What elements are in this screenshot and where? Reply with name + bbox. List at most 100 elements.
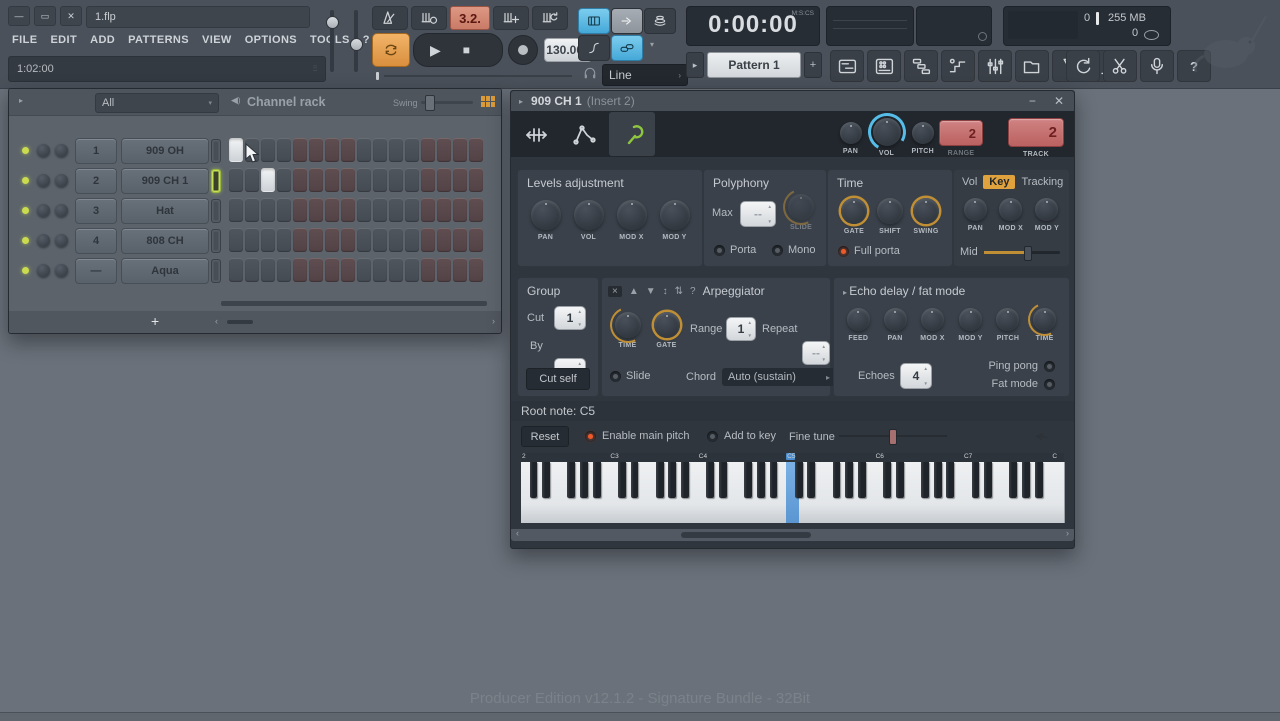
rack-scroll-handle[interactable] [227, 320, 253, 324]
channel-button[interactable]: 808 CH [121, 228, 209, 254]
step-9[interactable] [357, 198, 371, 222]
step-8[interactable] [341, 258, 355, 282]
step-5[interactable] [293, 168, 307, 192]
step-12[interactable] [405, 228, 419, 252]
scroll-right-icon[interactable]: › [492, 316, 495, 326]
channel-pan-knob[interactable] [37, 264, 50, 277]
pan-knob[interactable] [884, 308, 907, 331]
chord-dropdown[interactable]: Auto (sustain) ▸ [722, 368, 836, 386]
pan-knob[interactable] [964, 198, 987, 221]
arp-up-icon[interactable]: ▲ [629, 286, 639, 297]
stop-button[interactable]: ■ [463, 43, 470, 57]
step-15[interactable] [453, 258, 467, 282]
step-15[interactable] [453, 138, 467, 162]
window-menu-icon[interactable]: ▸ [519, 97, 523, 106]
step-12[interactable] [405, 198, 419, 222]
piano-key-black[interactable] [706, 462, 714, 498]
channel-button[interactable]: 909 CH 1 [121, 168, 209, 194]
step-10[interactable] [373, 168, 387, 192]
channel-led[interactable] [22, 237, 29, 244]
step-14[interactable] [437, 258, 451, 282]
piano-key-black[interactable] [883, 462, 891, 498]
porta-radio[interactable] [714, 245, 725, 256]
step-16[interactable] [469, 168, 483, 192]
piano-key-black[interactable] [984, 462, 992, 498]
piano-key-black[interactable] [946, 462, 954, 498]
step-11[interactable] [389, 198, 403, 222]
step-10[interactable] [373, 228, 387, 252]
step-8[interactable] [341, 138, 355, 162]
piano-key-black[interactable] [567, 462, 575, 498]
mixer-button[interactable] [978, 50, 1012, 82]
step-9[interactable] [357, 138, 371, 162]
channel-led[interactable] [22, 207, 29, 214]
step-9[interactable] [357, 228, 371, 252]
event-editor-button[interactable] [941, 50, 975, 82]
channel-volume-knob[interactable] [55, 174, 68, 187]
pattern-selector[interactable]: Pattern 1 [707, 52, 801, 78]
gate-knob[interactable] [654, 312, 680, 338]
step-5[interactable] [293, 138, 307, 162]
menu-patterns[interactable]: PATTERNS [128, 34, 189, 46]
piano-key-black[interactable] [618, 462, 626, 498]
channel-volume-knob[interactable] [55, 204, 68, 217]
step-7[interactable] [325, 138, 339, 162]
channel-mute[interactable] [211, 199, 221, 223]
volume-knob[interactable] [873, 118, 901, 146]
piano-key-black[interactable] [795, 462, 803, 498]
step-14[interactable] [437, 138, 451, 162]
channel-number[interactable]: 4 [75, 228, 117, 254]
step-4[interactable] [277, 198, 291, 222]
step-10[interactable] [373, 198, 387, 222]
step-12[interactable] [405, 168, 419, 192]
step-7[interactable] [325, 168, 339, 192]
cut-button[interactable] [1103, 50, 1137, 82]
arp-updown-icon[interactable]: ↕ [663, 286, 668, 297]
overdub-button[interactable] [493, 6, 529, 30]
channel-number[interactable]: 3 [75, 198, 117, 224]
minimize-icon[interactable]: — [8, 6, 30, 26]
step-3[interactable] [261, 198, 275, 222]
step-13[interactable] [421, 138, 435, 162]
channel-mute[interactable] [211, 259, 221, 283]
step-13[interactable] [421, 228, 435, 252]
typing-keyboard-link-button[interactable] [611, 35, 643, 61]
swing-knob[interactable] [913, 198, 939, 224]
shift-knob[interactable] [877, 198, 903, 224]
menu-options[interactable]: OPTIONS [245, 34, 297, 46]
step-12[interactable] [405, 138, 419, 162]
chevron-down-icon[interactable]: ▾ [650, 40, 654, 49]
channel-pan-knob[interactable] [37, 234, 50, 247]
piano-key-black[interactable] [972, 462, 980, 498]
mono-radio[interactable] [772, 245, 783, 256]
step-11[interactable] [389, 138, 403, 162]
piano-key-black[interactable] [757, 462, 765, 498]
piano-key-black[interactable] [530, 462, 538, 498]
close-icon[interactable]: ✕ [60, 6, 82, 26]
step-4[interactable] [277, 138, 291, 162]
channel-mute[interactable] [211, 139, 221, 163]
tab-envelope[interactable] [561, 112, 607, 156]
piano-key-black[interactable] [668, 462, 676, 498]
scroll-left-icon[interactable]: ‹ [516, 528, 519, 538]
piano-key-white[interactable] [1051, 462, 1065, 523]
ping-pong-radio[interactable] [1044, 361, 1055, 372]
browser-button[interactable] [1015, 50, 1049, 82]
arp-off-icon[interactable]: × [608, 286, 622, 297]
piano-key-black[interactable] [542, 462, 550, 498]
step-4[interactable] [277, 258, 291, 282]
step-11[interactable] [389, 168, 403, 192]
channel-number[interactable]: 2 [75, 168, 117, 194]
pitch-range-badge[interactable]: 2 [939, 120, 983, 146]
menu-view[interactable]: VIEW [202, 34, 232, 46]
steps-scrollbar[interactable] [221, 301, 487, 306]
pitch-knob[interactable] [996, 308, 1019, 331]
feed-knob[interactable] [847, 308, 870, 331]
swing-handle[interactable] [425, 95, 435, 111]
step-3[interactable] [261, 258, 275, 282]
piano-key-black[interactable] [656, 462, 664, 498]
add-channel-button[interactable]: + [151, 313, 159, 329]
channel-volume-knob[interactable] [55, 264, 68, 277]
record-audio-button[interactable] [1140, 50, 1174, 82]
range-value[interactable]: 1 [726, 317, 756, 341]
